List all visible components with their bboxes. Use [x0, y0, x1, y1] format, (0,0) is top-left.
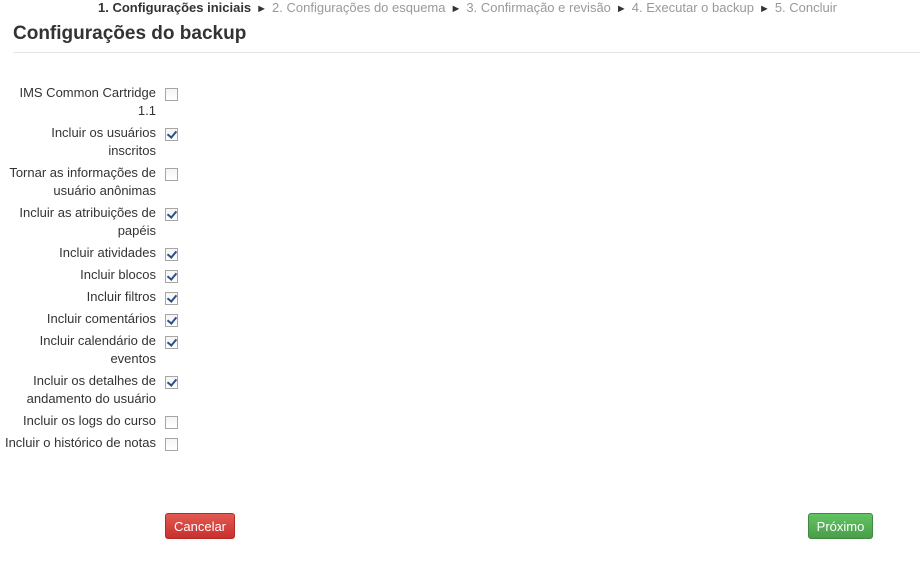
heading-divider	[13, 52, 920, 53]
progress-step-perform-backup: 4. Executar o backup	[631, 0, 754, 15]
setting-checkbox-blocks[interactable]	[165, 270, 178, 283]
page-title: Configurações do backup	[13, 23, 247, 44]
progress-step-initial-settings: 1. Configurações iniciais	[98, 0, 252, 15]
setting-row-role-assignments: Incluir as atribuições de papéis	[0, 204, 400, 240]
setting-label: Incluir as atribuições de papéis	[19, 205, 156, 238]
cancel-button[interactable]: Cancelar	[165, 513, 235, 539]
setting-row-blocks: Incluir blocos	[0, 266, 400, 284]
setting-label: Incluir comentários	[46, 311, 156, 326]
setting-checkbox-calendar-events[interactable]	[165, 336, 178, 349]
setting-label: Incluir calendário de eventos	[39, 333, 156, 366]
setting-label: Incluir os detalhes de andamento do usuá…	[26, 373, 156, 406]
setting-row-imscc: IMS Common Cartridge 1.1	[0, 84, 400, 120]
setting-label: Tornar as informações de usuário anônima…	[9, 165, 156, 198]
progress-separator-icon: ►	[450, 3, 462, 15]
setting-label: Incluir blocos	[80, 267, 156, 282]
setting-row-anonymize: Tornar as informações de usuário anônima…	[0, 164, 400, 200]
setting-label: Incluir filtros	[86, 289, 156, 304]
setting-checkbox-imscc[interactable]	[165, 88, 178, 101]
setting-label: Incluir os logs do curso	[23, 413, 156, 428]
progress-separator-icon: ►	[615, 3, 627, 15]
setting-row-users: Incluir os usuários inscritos	[0, 124, 400, 160]
setting-row-user-completion: Incluir os detalhes de andamento do usuá…	[0, 372, 400, 408]
setting-checkbox-user-completion[interactable]	[165, 376, 178, 389]
setting-label: Incluir os usuários inscritos	[51, 125, 156, 158]
progress-separator-icon: ►	[256, 3, 268, 15]
setting-checkbox-users[interactable]	[165, 128, 178, 141]
progress-step-confirmation: 3. Confirmação e revisão	[466, 0, 611, 15]
setting-checkbox-activities[interactable]	[165, 248, 178, 261]
setting-row-course-logs: Incluir os logs do curso	[0, 412, 400, 430]
progress-bar: 1. Configurações iniciais ► 2. Configuraçõ…	[98, 0, 837, 16]
backup-settings-page: 1. Configurações iniciais ► 2. Configuraçõ…	[0, 0, 920, 567]
setting-row-comments: Incluir comentários	[0, 310, 400, 328]
setting-checkbox-course-logs[interactable]	[165, 416, 178, 429]
setting-label: IMS Common Cartridge 1.1	[19, 85, 156, 118]
setting-row-filters: Incluir filtros	[0, 288, 400, 306]
setting-checkbox-anonymize[interactable]	[165, 168, 178, 181]
progress-separator-icon: ►	[758, 3, 770, 15]
next-button[interactable]: Próximo	[808, 513, 873, 539]
setting-checkbox-comments[interactable]	[165, 314, 178, 327]
setting-checkbox-filters[interactable]	[165, 292, 178, 305]
setting-checkbox-role-assignments[interactable]	[165, 208, 178, 221]
progress-step-complete: 5. Concluir	[774, 0, 837, 15]
setting-row-calendar-events: Incluir calendário de eventos	[0, 332, 400, 368]
setting-label: Incluir atividades	[59, 245, 156, 260]
progress-step-schema-settings: 2. Configurações do esquema	[272, 0, 446, 15]
setting-label: Incluir o histórico de notas	[4, 435, 156, 450]
setting-checkbox-grade-history[interactable]	[165, 438, 178, 451]
setting-row-grade-history: Incluir o histórico de notas	[0, 434, 400, 452]
backup-settings-form: IMS Common Cartridge 1.1 Incluir os usuá…	[0, 84, 400, 456]
setting-row-activities: Incluir atividades	[0, 244, 400, 262]
